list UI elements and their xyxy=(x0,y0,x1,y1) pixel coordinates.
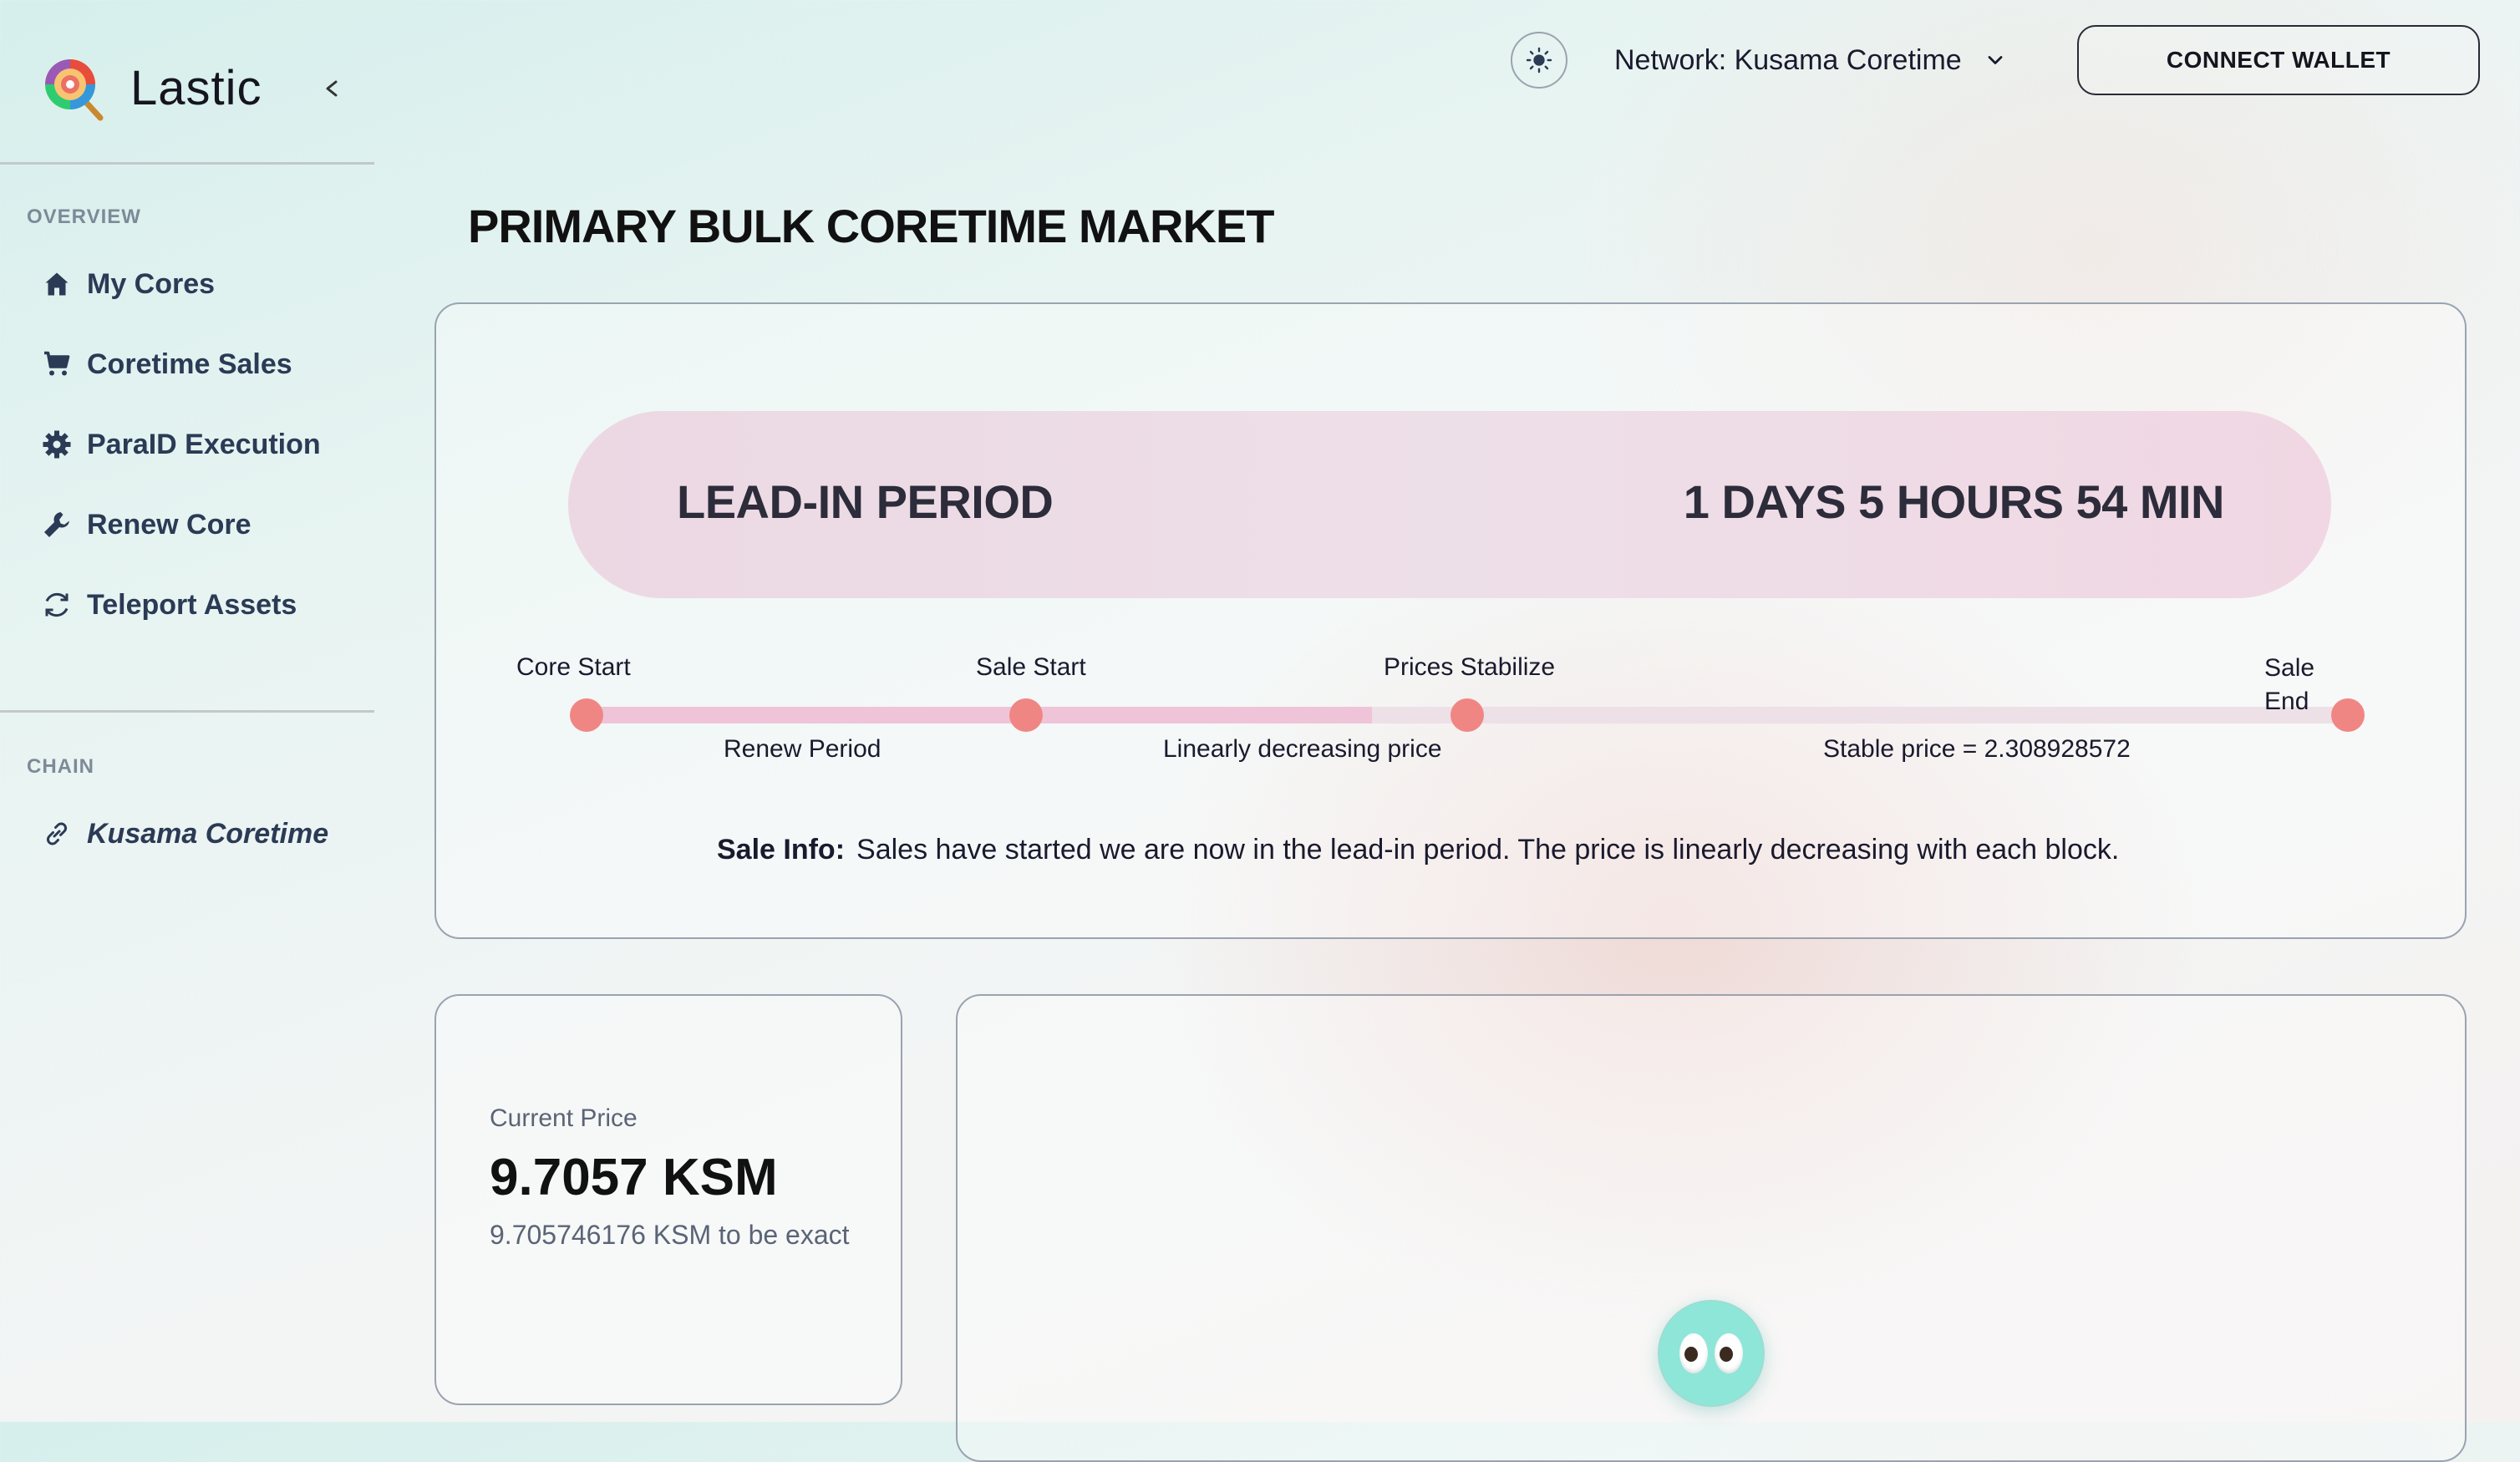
timeline-label-sale-end: Sale End xyxy=(2264,654,2315,715)
gear-icon xyxy=(40,428,74,461)
app-name: Lastic xyxy=(130,60,262,115)
connect-wallet-button[interactable]: CONNECT WALLET xyxy=(2077,25,2480,95)
eye-left xyxy=(1679,1333,1708,1373)
sidebar-item-kusama-coretime[interactable]: Kusama Coretime xyxy=(40,809,328,859)
sale-info: Sale Info: Sales have started we are now … xyxy=(717,834,2119,866)
period-time-left: 1 DAYS 5 HOURS 54 MIN xyxy=(1683,475,2225,528)
timeline-dot-sale-end xyxy=(2331,698,2365,732)
chevron-left-icon xyxy=(326,80,338,97)
timeline-dot-core-start xyxy=(570,698,603,732)
sidebar-item-label: Renew Core xyxy=(87,508,251,541)
eye-right xyxy=(1715,1333,1743,1373)
brand[interactable]: Lastic xyxy=(40,52,262,124)
sidebar-item-my-cores[interactable]: My Cores xyxy=(40,259,215,309)
sidebar-item-label: Coretime Sales xyxy=(87,348,292,380)
sidebar-divider xyxy=(0,162,374,165)
timeline-segment-linear-price: Linearly decreasing price xyxy=(1163,735,1442,763)
refresh-icon xyxy=(40,588,74,622)
cart-icon xyxy=(40,348,74,381)
timeline-label-prices-stabilize: Prices Stabilize xyxy=(1384,653,1556,681)
home-icon xyxy=(40,267,74,301)
sidebar-item-paraid-execution[interactable]: ParaID Execution xyxy=(40,419,321,470)
page-title: PRIMARY BULK CORETIME MARKET xyxy=(468,200,1274,252)
eyes-icon[interactable] xyxy=(1658,1300,1765,1407)
wrench-icon xyxy=(40,508,74,541)
timeline-segment-renew-period: Renew Period xyxy=(724,735,881,763)
sun-icon xyxy=(1526,47,1552,74)
sidebar-item-label: My Cores xyxy=(87,267,216,300)
lollipop-logo-icon xyxy=(40,54,107,121)
timeline-label-core-start: Core Start xyxy=(516,653,631,681)
timeline-dot-sale-start xyxy=(1009,698,1043,732)
current-price-label: Current Price xyxy=(490,1104,638,1132)
current-price-exact: 9.705746176 KSM to be exact xyxy=(490,1220,850,1250)
sidebar-item-teleport-assets[interactable]: Teleport Assets xyxy=(40,580,297,630)
period-name: LEAD-IN PERIOD xyxy=(677,475,1054,528)
network-selector[interactable]: Network: Kusama Coretime xyxy=(1614,38,2007,82)
timeline-progress xyxy=(585,707,1372,723)
timeline-segment-stable-price: Stable price = 2.308928572 xyxy=(1823,735,2131,763)
network-label: Network: Kusama Coretime xyxy=(1614,43,1962,76)
collapse-sidebar-button[interactable] xyxy=(319,72,344,105)
sidebar-item-label: Teleport Assets xyxy=(87,588,297,621)
sale-info-label: Sale Info: xyxy=(717,834,846,866)
timeline-label-sale-start: Sale Start xyxy=(976,653,1086,681)
sidebar-item-renew-core[interactable]: Renew Core xyxy=(40,500,251,550)
current-price-value: 9.7057 KSM xyxy=(490,1149,778,1206)
link-icon xyxy=(40,817,74,850)
chevron-down-icon xyxy=(1988,56,2003,64)
timeline-dot-prices-stabilize xyxy=(1451,698,1484,732)
sidebar-item-coretime-sales[interactable]: Coretime Sales xyxy=(40,339,292,389)
theme-toggle-button[interactable] xyxy=(1511,32,1567,89)
sidebar-item-label: Kusama Coretime xyxy=(87,817,329,850)
sidebar-item-label: ParaID Execution xyxy=(87,428,321,460)
section-label-chain: CHAIN xyxy=(27,755,94,778)
sale-info-text: Sales have started we are now in the lea… xyxy=(856,834,2120,866)
sidebar-divider xyxy=(0,710,374,713)
section-label-overview: OVERVIEW xyxy=(27,206,141,228)
sidebar: Lastic OVERVIEW My Cores Coretime Sales xyxy=(0,0,374,1422)
